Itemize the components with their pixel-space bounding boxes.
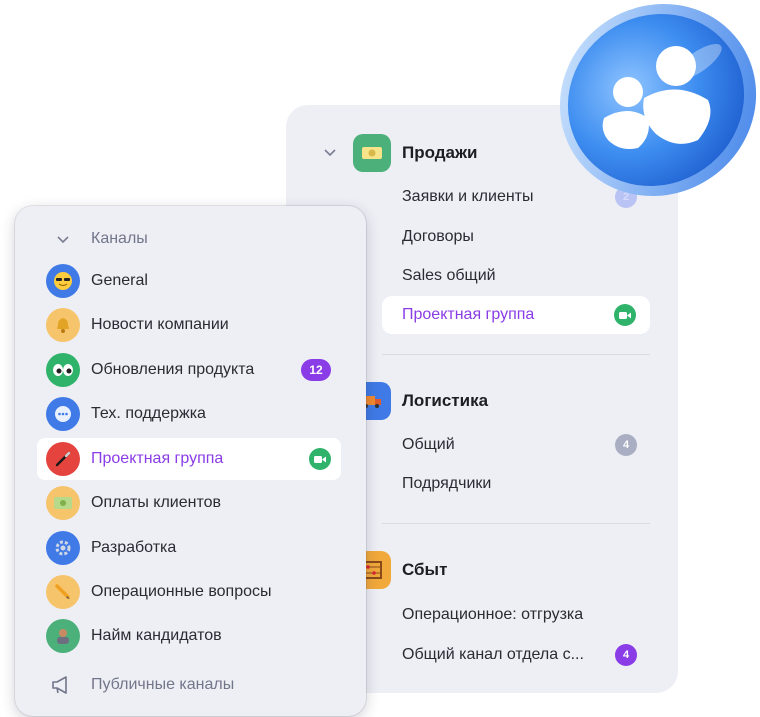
public-channels-link[interactable]: Публичные каналы [37,668,341,702]
bell-icon [46,308,80,342]
unread-badge: 4 [615,644,637,666]
channel-label: Операционное: отгрузка [402,606,584,623]
channel-label: Проектная группа [402,306,535,323]
eyes-icon [46,353,80,387]
money-icon [46,486,80,520]
section-label: Каналы [91,230,148,247]
channel-label: Тех. поддержка [91,405,206,422]
sunglasses-icon [46,264,80,298]
users-icon [559,3,757,197]
divider [382,354,650,355]
channel-item[interactable]: Разработка [37,527,341,569]
channel-item[interactable]: Новости компании [37,304,341,346]
channels-panel: Каналы General Новости компании Обновлен… [15,206,366,716]
channel-label: Общий [402,436,455,453]
video-call-icon[interactable] [614,304,636,326]
channel-item[interactable]: Операционные вопросы [37,571,341,613]
channel-label: Найм кандидатов [91,627,222,644]
megaphone-icon [52,676,67,694]
channel-item[interactable]: Оплаты клиентов [37,482,341,524]
divider [382,523,650,524]
channel-item-active[interactable]: Проектная группа [37,438,341,480]
channel-item-active[interactable]: Проектная группа [382,296,650,334]
channel-label: Договоры [402,228,474,245]
unread-badge: 12 [301,359,331,381]
channel-label: General [91,272,148,289]
channel-label: Новости компании [91,316,229,333]
channel-label: Заявки и клиенты [402,188,534,205]
person-icon [46,619,80,653]
channel-label: Проектная группа [91,450,224,467]
public-channels-label: Публичные каналы [91,676,235,693]
channel-label: Разработка [91,539,177,556]
gear-icon [46,531,80,565]
group-title: Логистика [402,391,489,410]
channel-item[interactable]: General [37,260,341,302]
channels-section-header[interactable]: Каналы [15,222,366,256]
video-call-icon[interactable] [309,448,331,470]
chevron-down-icon[interactable] [322,144,338,160]
channel-label: Обновления продукта [91,361,255,378]
pencil-icon [46,575,80,609]
pen-icon [46,442,80,476]
unread-badge: 4 [615,434,637,456]
money-icon [353,134,391,172]
channel-item[interactable]: Обновления продукта 12 [37,349,341,391]
channel-label: Операционные вопросы [91,583,272,600]
channel-item[interactable]: Тех. поддержка [37,393,341,435]
channel-item[interactable]: Найм кандидатов [37,615,341,657]
channel-label: Общий канал отдела с... [402,646,584,663]
channel-label: Подрядчики [402,475,492,492]
group-title: Продажи [402,143,478,162]
channel-label: Sales общий [402,267,496,284]
group-title: Сбыт [402,560,448,579]
channel-label: Оплаты клиентов [91,494,221,511]
chevron-down-icon[interactable] [55,231,71,247]
chat-bubble-icon [46,397,80,431]
